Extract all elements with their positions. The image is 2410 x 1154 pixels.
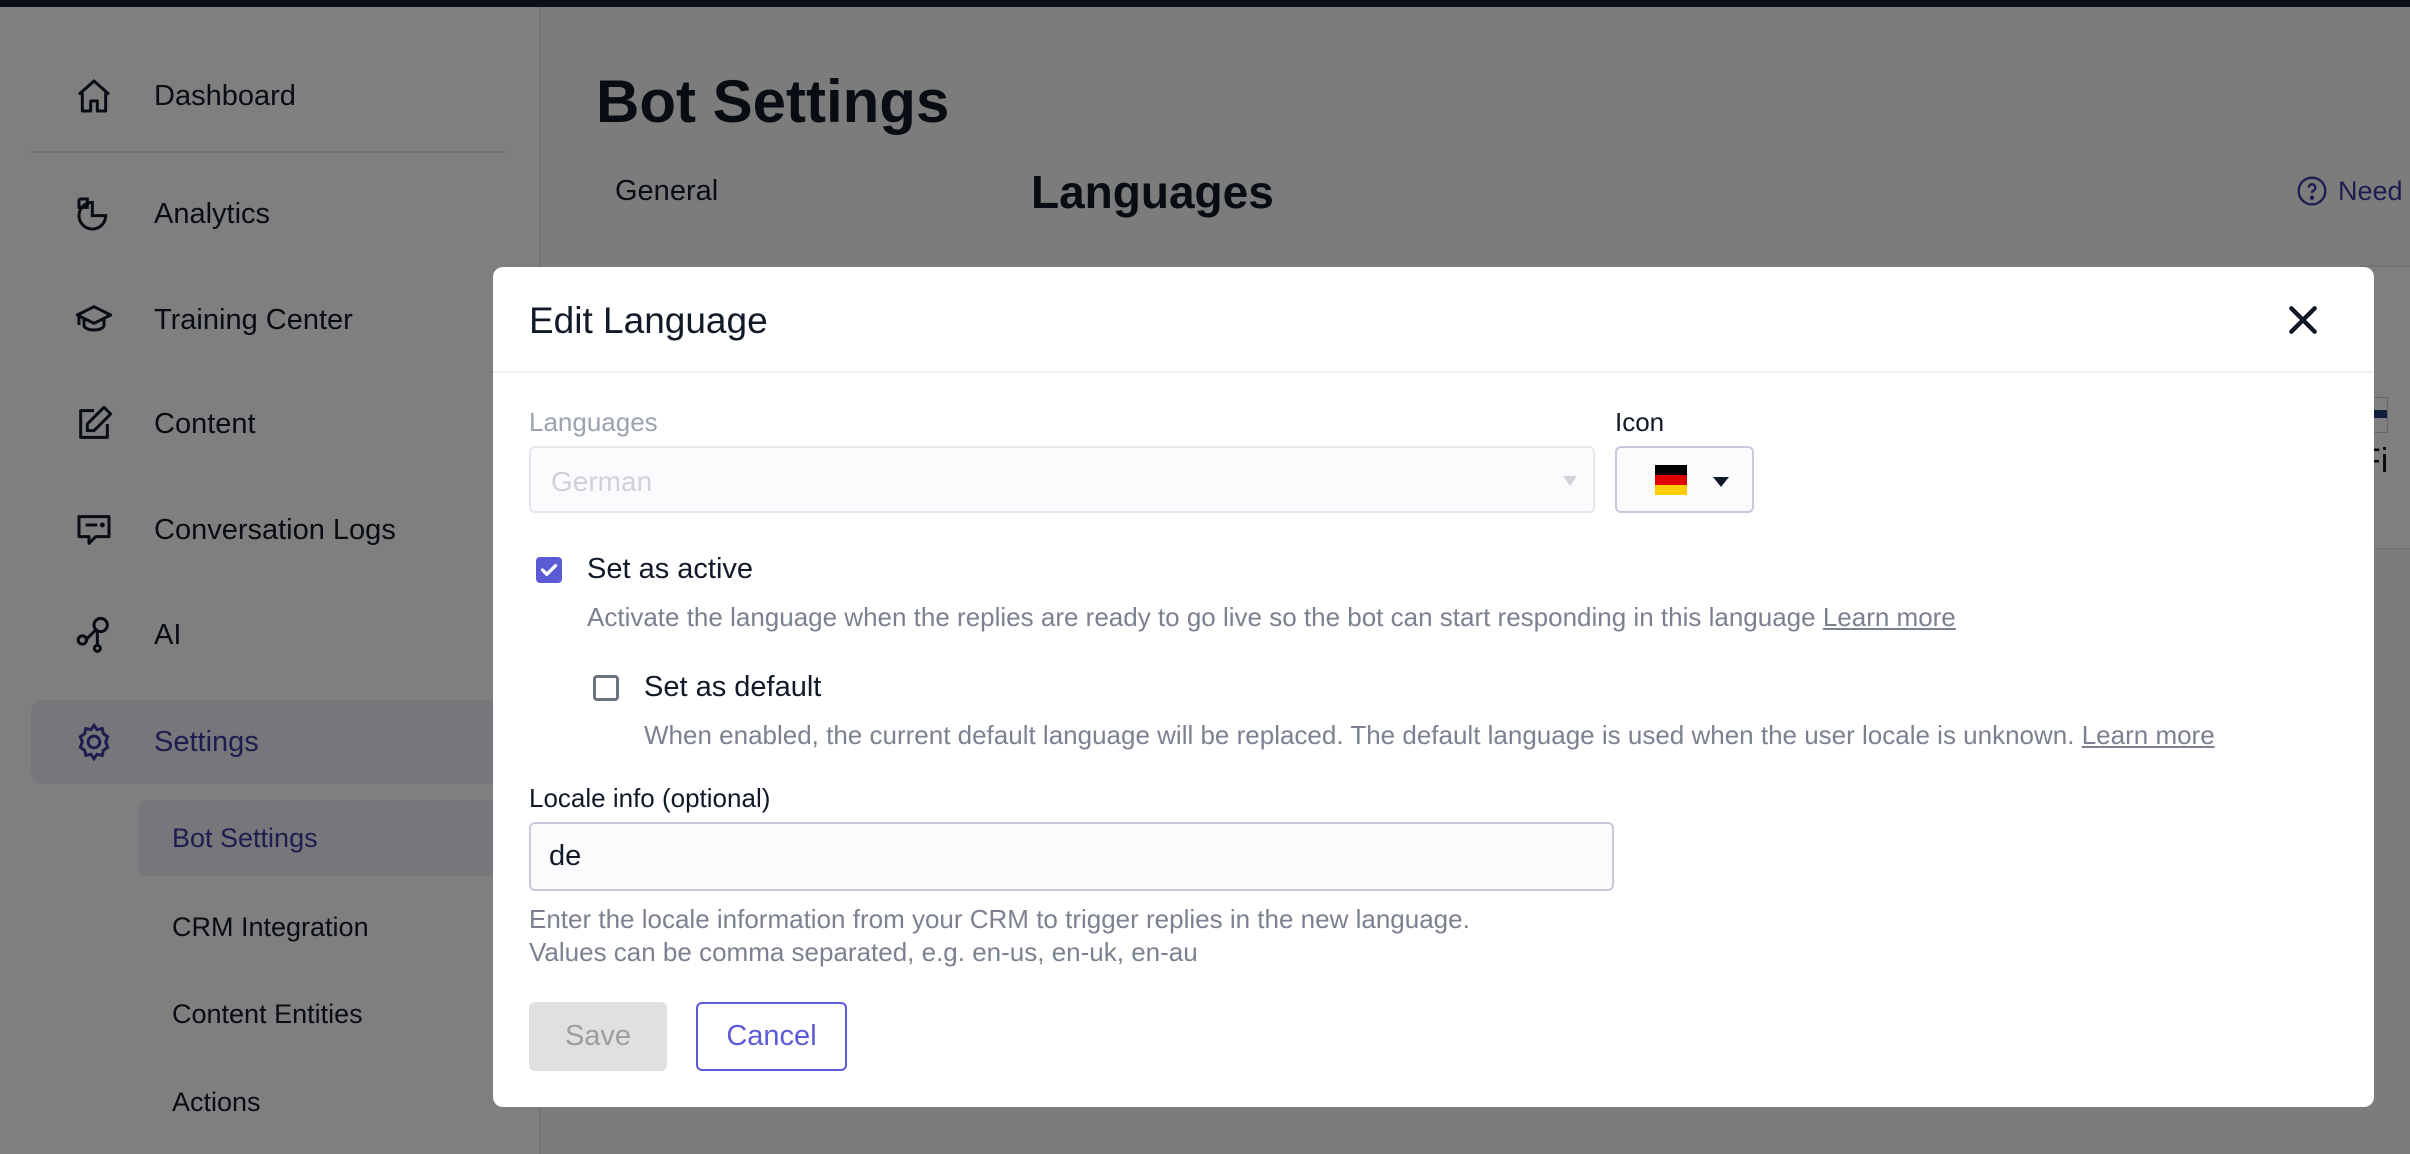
close-icon bbox=[2289, 306, 2317, 334]
set-default-help: When enabled, the current default langua… bbox=[644, 720, 2215, 751]
languages-select-value: German bbox=[551, 466, 653, 497]
save-button[interactable]: Save bbox=[529, 1002, 667, 1071]
set-active-label: Set as active bbox=[587, 553, 754, 585]
set-default-help-text: When enabled, the current default langua… bbox=[644, 720, 2075, 750]
set-active-learn-more-link[interactable]: Learn more bbox=[1823, 602, 1956, 632]
edit-language-dialog: Edit Language Languages German Icon Set … bbox=[493, 267, 2374, 1107]
icon-label: Icon bbox=[1615, 407, 1665, 437]
languages-label: Languages bbox=[529, 407, 658, 437]
german-flag-icon bbox=[1655, 465, 1687, 495]
locale-info-input[interactable] bbox=[529, 822, 1614, 891]
set-default-checkbox[interactable] bbox=[593, 675, 619, 701]
set-active-help: Activate the language when the replies a… bbox=[587, 602, 1956, 633]
locale-info-label: Locale info (optional) bbox=[529, 783, 771, 813]
set-default-label: Set as default bbox=[644, 671, 822, 703]
set-active-checkbox[interactable] bbox=[536, 557, 562, 583]
dialog-header: Edit Language bbox=[493, 267, 2374, 373]
close-button[interactable] bbox=[2283, 300, 2323, 340]
chevron-down-icon bbox=[1563, 476, 1577, 486]
set-active-help-text: Activate the language when the replies a… bbox=[587, 602, 1816, 632]
checkmark-icon bbox=[540, 564, 558, 576]
set-default-learn-more-link[interactable]: Learn more bbox=[2082, 720, 2215, 750]
dialog-title: Edit Language bbox=[529, 300, 768, 341]
languages-select: German bbox=[529, 446, 1595, 513]
top-bar bbox=[0, 0, 2410, 7]
cancel-button[interactable]: Cancel bbox=[696, 1002, 847, 1071]
icon-select[interactable] bbox=[1615, 446, 1754, 513]
locale-info-help: Enter the locale information from your C… bbox=[529, 904, 1470, 967]
caret-down-icon bbox=[1713, 477, 1729, 487]
